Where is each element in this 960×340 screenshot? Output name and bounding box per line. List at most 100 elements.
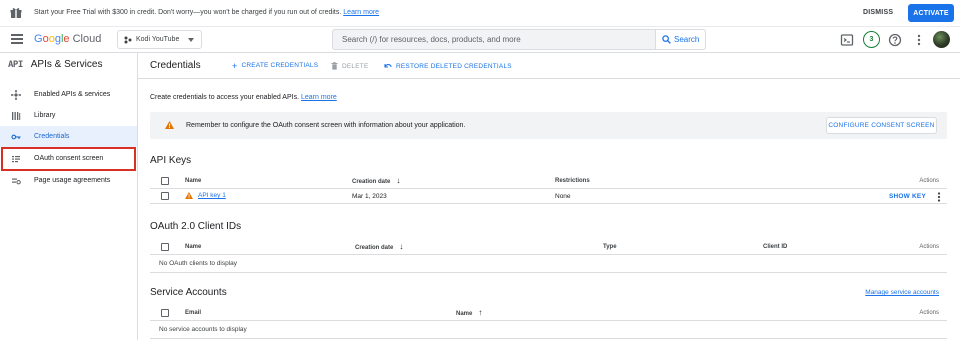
intro-text: Create credentials to access your enable…: [150, 94, 337, 101]
sidebar-item-label: Credentials: [34, 133, 70, 140]
trash-icon: [331, 62, 338, 70]
main-content: Credentials + CREATE CREDENTIALS DELETE …: [138, 53, 960, 340]
more-vert-icon[interactable]: [912, 33, 926, 47]
google-cloud-logo[interactable]: Google Cloud: [34, 33, 101, 45]
restrictions-value: None: [555, 193, 571, 200]
column-header-label: Creation date: [355, 245, 394, 251]
notifications-badge[interactable]: 3: [863, 31, 880, 48]
show-key-button[interactable]: SHOW KEY: [889, 193, 926, 200]
column-header: Name: [185, 178, 202, 184]
arrow-down-icon: ↓: [399, 242, 404, 251]
project-name: Kodi YouTube: [136, 36, 180, 43]
search-button[interactable]: Search: [655, 30, 705, 49]
select-all-checkbox[interactable]: [161, 309, 169, 317]
key-icon: [11, 134, 21, 140]
sidebar-item-page-usage[interactable]: Page usage agreements: [0, 170, 137, 191]
table-empty-row: No service accounts to display: [150, 321, 947, 339]
top-header: Google Cloud Kodi YouTube Search (/) for…: [0, 27, 960, 53]
sidebar-item-library[interactable]: Library: [0, 105, 137, 126]
sidebar-item-enabled-apis[interactable]: Enabled APIs & services: [0, 84, 137, 105]
help-icon[interactable]: [888, 33, 902, 47]
highlight-box: [1, 147, 136, 171]
table-empty-row: No OAuth clients to display: [150, 255, 947, 273]
arrow-up-icon: ↑: [478, 308, 483, 317]
sidebar-item-label: Page usage agreements: [34, 177, 111, 184]
banner-message: Start your Free Trial with $300 in credi…: [34, 9, 379, 16]
cloud-shell-icon[interactable]: [840, 33, 854, 47]
banner-learn-more-link[interactable]: Learn more: [343, 9, 379, 16]
search-input[interactable]: Search (/) for resources, docs, products…: [342, 35, 521, 44]
free-trial-banner: Start your Free Trial with $300 in credi…: [0, 0, 960, 27]
menu-icon[interactable]: [11, 34, 23, 44]
column-header-sortable[interactable]: Creation date ↓: [352, 176, 401, 186]
logo-letter: G: [34, 33, 43, 45]
column-header: Client ID: [763, 244, 788, 250]
warning-icon: [185, 192, 193, 199]
page-toolbar: Credentials + CREATE CREDENTIALS DELETE …: [138, 53, 960, 79]
hub-icon: [11, 90, 21, 100]
delete-label: DELETE: [342, 62, 369, 70]
key-name-cell: API key 1: [185, 192, 226, 199]
api-logo-icon: API: [8, 59, 23, 70]
activate-button[interactable]: ACTIVATE: [908, 4, 954, 22]
api-key-link[interactable]: API key 1: [198, 192, 226, 199]
search-bar[interactable]: Search (/) for resources, docs, products…: [332, 29, 706, 50]
column-header: Actions: [919, 244, 939, 250]
delete-button[interactable]: DELETE: [331, 62, 369, 70]
table-row: API key 1 Mar 1, 2023 None SHOW KEY: [150, 189, 947, 204]
search-icon: [662, 35, 671, 44]
column-header-sortable[interactable]: Creation date ↓: [355, 242, 404, 252]
sidebar-item-label: Enabled APIs & services: [34, 91, 111, 98]
sidebar-title: APIs & Services: [30, 59, 103, 70]
arrow-down-icon: ↓: [396, 176, 401, 185]
table-header: Name Creation date ↓ Restrictions Actions: [150, 174, 947, 189]
intro-message: Create credentials to access your enable…: [150, 94, 300, 101]
restore-icon: [384, 64, 392, 68]
column-header: Type: [603, 244, 617, 250]
dismiss-button[interactable]: DISMISS: [863, 9, 893, 16]
table-header: Email Name ↑ Actions: [150, 306, 947, 321]
service-accounts-title: Service Accounts: [150, 287, 227, 298]
logo-cloud-text: Cloud: [72, 33, 102, 45]
restore-deleted-button[interactable]: RESTORE DELETED CREDENTIALS: [384, 62, 512, 70]
page-title: Credentials: [150, 60, 201, 71]
more-vert-icon[interactable]: [937, 192, 941, 202]
sidebar-item-credentials[interactable]: Credentials: [0, 126, 137, 147]
intro-learn-more-link[interactable]: Learn more: [301, 94, 337, 101]
column-header: Restrictions: [555, 178, 590, 184]
consent-warning-banner: Remember to configure the OAuth consent …: [150, 112, 947, 139]
settings-list-icon: [12, 178, 21, 185]
library-icon: [12, 112, 21, 120]
sidebar-item-label: Library: [34, 112, 56, 119]
create-credentials-label: CREATE CREDENTIALS: [241, 62, 319, 69]
column-header-label: Creation date: [352, 179, 391, 185]
column-header-sortable[interactable]: Name ↑: [456, 308, 483, 318]
project-picker[interactable]: Kodi YouTube: [117, 30, 202, 49]
warning-icon: [165, 121, 174, 129]
project-icon: [124, 36, 132, 43]
row-checkbox[interactable]: [161, 192, 169, 200]
configure-consent-button[interactable]: CONFIGURE CONSENT SCREEN: [826, 117, 937, 134]
column-header: Actions: [919, 178, 939, 184]
sidebar-header: API APIs & Services: [8, 59, 102, 70]
column-header: Name: [185, 244, 202, 250]
sidebar: API APIs & Services Enabled APIs & servi…: [0, 53, 138, 340]
chevron-down-icon: [188, 38, 194, 42]
empty-message: No OAuth clients to display: [159, 260, 238, 267]
logo-letter: e: [63, 33, 70, 45]
create-credentials-button[interactable]: + CREATE CREDENTIALS: [232, 60, 319, 71]
plus-icon: +: [232, 60, 238, 71]
manage-service-accounts-link[interactable]: Manage service accounts: [865, 289, 939, 296]
oauth-title: OAuth 2.0 Client IDs: [150, 221, 242, 232]
select-all-checkbox[interactable]: [161, 243, 169, 251]
restore-label: RESTORE DELETED CREDENTIALS: [396, 62, 512, 70]
select-all-checkbox[interactable]: [161, 177, 169, 185]
table-header: Name Creation date ↓ Type Client ID Actio…: [150, 240, 947, 255]
avatar[interactable]: [933, 31, 950, 48]
search-button-label: Search: [674, 35, 700, 44]
column-header: Email: [185, 310, 202, 316]
empty-message: No service accounts to display: [159, 326, 247, 333]
column-header: Actions: [919, 310, 939, 316]
banner-text: Start your Free Trial with $300 in credi…: [34, 9, 342, 16]
column-header-label: Name: [456, 311, 473, 317]
